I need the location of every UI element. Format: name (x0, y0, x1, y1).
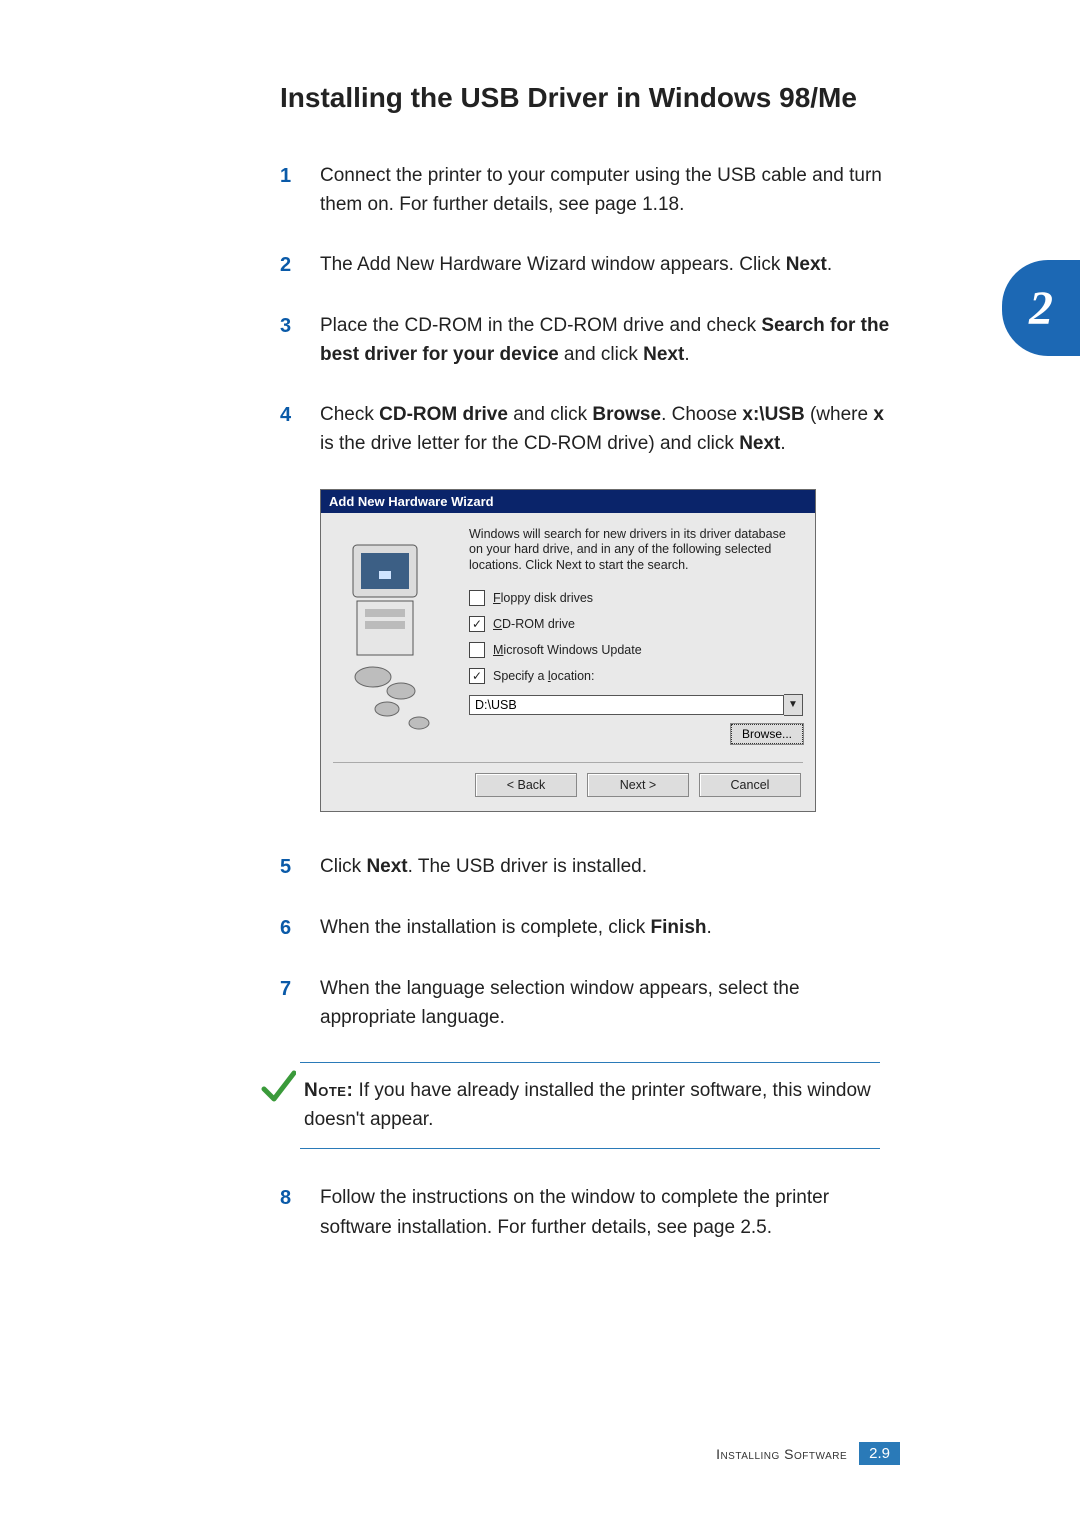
step-number: 4 (280, 400, 298, 459)
cancel-button[interactable]: Cancel (699, 773, 801, 797)
step-number: 1 (280, 161, 298, 220)
next-button[interactable]: Next > (587, 773, 689, 797)
step-number: 5 (280, 852, 298, 883)
specify-checkbox-row[interactable]: Specify a location: (469, 668, 803, 684)
step-number: 3 (280, 311, 298, 370)
checkbox-icon (469, 616, 485, 632)
step-text: Follow the instructions on the window to… (320, 1183, 900, 1242)
note-body: If you have already installed the printe… (304, 1080, 871, 1130)
wizard-computer-icon (335, 527, 455, 737)
page-heading: Installing the USB Driver in Windows 98/… (280, 80, 900, 115)
step-text: Check CD-ROM drive and click Browse. Cho… (320, 400, 900, 459)
step-number: 8 (280, 1183, 298, 1242)
step-text: Click Next. The USB driver is installed. (320, 852, 647, 883)
chapter-tab-number: 2 (1029, 281, 1053, 336)
footer-section: Installing Software (716, 1446, 847, 1462)
note-label: Note: (304, 1080, 353, 1101)
browse-button[interactable]: Browse... (731, 724, 803, 744)
specify-label: ocation: (551, 669, 595, 683)
location-input[interactable] (469, 695, 784, 715)
step-7: 7 When the language selection window app… (280, 974, 900, 1033)
step-1: 1 Connect the printer to your computer u… (280, 161, 900, 220)
step-4: 4 Check CD-ROM drive and click Browse. C… (280, 400, 900, 459)
page-footer: Installing Software 2.9 (716, 1442, 900, 1465)
dialog-description: Windows will search for new drivers in i… (469, 527, 803, 574)
back-button[interactable]: < Back (475, 773, 577, 797)
step-5: 5 Click Next. The USB driver is installe… (280, 852, 900, 883)
step-number: 7 (280, 974, 298, 1033)
steps-list-2: 5 Click Next. The USB driver is installe… (280, 852, 900, 1033)
step-text: Connect the printer to your computer usi… (320, 161, 900, 220)
step-text: When the installation is complete, click… (320, 913, 712, 944)
step-8: 8 Follow the instructions on the window … (280, 1183, 900, 1242)
note-checkmark-icon (260, 1069, 296, 1105)
cdrom-checkbox-row[interactable]: CD-ROM drive (469, 616, 803, 632)
step-6: 6 When the installation is complete, cli… (280, 913, 900, 944)
note-block: Note: If you have already installed the … (300, 1062, 880, 1149)
step-text: The Add New Hardware Wizard window appea… (320, 250, 832, 281)
steps-list: 1 Connect the printer to your computer u… (280, 161, 900, 459)
step-3: 3 Place the CD-ROM in the CD-ROM drive a… (280, 311, 900, 370)
cdrom-label: D-ROM drive (502, 617, 575, 631)
update-label: icrosoft Windows Update (503, 643, 641, 657)
checkbox-icon (469, 642, 485, 658)
checkbox-icon (469, 590, 485, 606)
chapter-tab: 2 (1002, 260, 1080, 356)
floppy-label: loppy disk drives (501, 591, 593, 605)
step-number: 6 (280, 913, 298, 944)
step-text: Place the CD-ROM in the CD-ROM drive and… (320, 311, 900, 370)
wizard-dialog-screenshot: Add New Hardware Wizard Windows will s (320, 489, 816, 812)
checkbox-icon (469, 668, 485, 684)
step-2: 2 The Add New Hardware Wizard window app… (280, 250, 900, 281)
update-checkbox-row[interactable]: Microsoft Windows Update (469, 642, 803, 658)
dropdown-icon[interactable]: ▼ (784, 694, 803, 716)
step-number: 2 (280, 250, 298, 281)
floppy-checkbox-row[interactable]: Floppy disk drives (469, 590, 803, 606)
step-text: When the language selection window appea… (320, 974, 900, 1033)
steps-list-3: 8 Follow the instructions on the window … (280, 1183, 900, 1242)
dialog-title: Add New Hardware Wizard (321, 490, 815, 513)
footer-page-number: 2.9 (859, 1442, 900, 1465)
